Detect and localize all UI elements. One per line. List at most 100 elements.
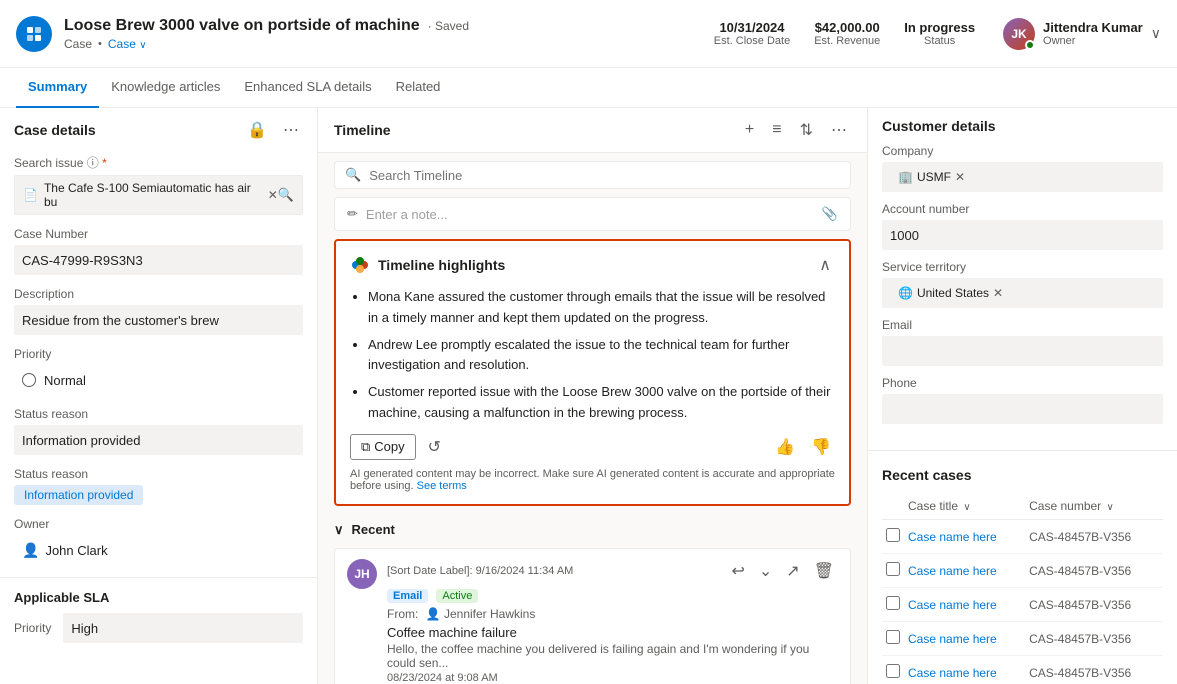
chevron-down-icon[interactable]: ∨	[1151, 25, 1161, 42]
avatar: JK	[1003, 18, 1035, 50]
search-issue-field[interactable]: 📄 The Cafe S-100 Semiautomatic has air b…	[14, 175, 303, 215]
search-timeline: 🔍	[334, 161, 851, 189]
row-checkbox[interactable]	[882, 622, 904, 656]
priority-text: Normal	[44, 373, 86, 388]
revenue-label: Est. Revenue	[814, 35, 880, 47]
recent-item-header: [Sort Date Label]: 9/16/2024 11:34 AM ↩ …	[387, 559, 838, 583]
customer-details-section: Customer details Company 🏢 USMF ✕ Accoun…	[868, 108, 1177, 444]
company-value: 🏢 USMF ✕	[882, 162, 1163, 192]
divider	[0, 577, 317, 578]
tab-sla[interactable]: Enhanced SLA details	[232, 68, 383, 108]
search-timeline-input[interactable]	[369, 168, 840, 183]
sort-title-icon[interactable]: ∨	[963, 502, 970, 513]
sla-priority-label: Priority	[14, 621, 51, 635]
left-panel: Case details 🔒 ⋯ Search issue ⓘ * 📄 The …	[0, 108, 318, 684]
tab-related[interactable]: Related	[384, 68, 453, 108]
row-checkbox[interactable]	[882, 554, 904, 588]
lock-icon[interactable]: 🔒	[243, 118, 271, 142]
saved-badge: · Saved	[428, 19, 469, 33]
case-title-link[interactable]: Case name here	[908, 564, 997, 578]
case-title-cell: Case name here	[904, 588, 1025, 622]
tab-summary[interactable]: Summary	[16, 68, 99, 108]
sort-number-icon[interactable]: ∨	[1107, 502, 1114, 513]
phone-label: Phone	[882, 376, 1163, 390]
case-title-link[interactable]: Case name here	[908, 530, 997, 544]
status-reason-label2: Status reason	[14, 467, 303, 481]
more-icon[interactable]: ⋯	[279, 118, 303, 142]
file-icon: 📄	[23, 188, 38, 202]
reply-button[interactable]: ↩	[727, 559, 748, 583]
status-badge: Information provided	[14, 485, 143, 505]
thumbdown-button[interactable]: 👎	[807, 435, 835, 459]
search-icon[interactable]: 🔍	[278, 187, 294, 203]
breadcrumb-case1[interactable]: Case	[64, 37, 92, 51]
case-title-cell: Case name here	[904, 656, 1025, 684]
copy-icon: ⧉	[361, 439, 370, 455]
remove-company-button[interactable]: ✕	[955, 170, 965, 184]
thumbup-button[interactable]: 👍	[771, 435, 799, 459]
note-input-area[interactable]: ✏ Enter a note... 📎	[334, 197, 851, 231]
building-icon: 🏢	[898, 170, 913, 184]
col-checkbox-header	[882, 493, 904, 520]
share-button[interactable]: ↗	[782, 559, 803, 583]
company-chip: 🏢 USMF ✕	[890, 168, 973, 186]
email-value	[882, 336, 1163, 366]
owner-label: Owner	[14, 517, 303, 531]
recent-header[interactable]: ∨ Recent	[334, 522, 851, 538]
priority-radio[interactable]	[22, 373, 36, 387]
sla-title: Applicable SLA	[14, 590, 303, 605]
email-subject: Coffee machine failure	[387, 625, 838, 640]
description-group: Description Residue from the customer's …	[0, 281, 317, 341]
attach-icon[interactable]: 📎	[822, 206, 838, 222]
from-row: From: 👤 Jennifer Hawkins	[387, 607, 838, 621]
account-number-field: Account number 1000	[882, 202, 1163, 250]
user-menu[interactable]: JK Jittendra Kumar Owner ∨	[1003, 18, 1161, 50]
row-checkbox[interactable]	[882, 588, 904, 622]
case-title-link[interactable]: Case name here	[908, 666, 997, 680]
collapse-highlights-button[interactable]: ∧	[815, 253, 835, 277]
add-timeline-button[interactable]: +	[741, 119, 758, 141]
person-icon: 👤	[22, 542, 39, 559]
expand-button[interactable]: ⌄	[755, 559, 776, 583]
tab-knowledge[interactable]: Knowledge articles	[99, 68, 232, 108]
case-title-link[interactable]: Case name here	[908, 632, 997, 646]
close-date-label: Est. Close Date	[714, 35, 790, 47]
email-date: 08/23/2024 at 9:08 AM	[387, 672, 838, 684]
remove-territory-button[interactable]: ✕	[993, 286, 1003, 300]
right-panel: Customer details Company 🏢 USMF ✕ Accoun…	[867, 108, 1177, 684]
row-checkbox[interactable]	[882, 520, 904, 554]
copy-button[interactable]: ⧉ Copy	[350, 434, 416, 460]
main-layout: Case details 🔒 ⋯ Search issue ⓘ * 📄 The …	[0, 108, 1177, 684]
clear-search-icon[interactable]: ✕	[268, 188, 278, 202]
refresh-button[interactable]: ↺	[424, 435, 445, 459]
breadcrumb-case2[interactable]: Case ∨	[108, 37, 147, 51]
highlights-actions: ⧉ Copy ↺ 👍 👎	[350, 434, 835, 460]
col-title-header: Case title ∨	[904, 493, 1025, 520]
owner-value: 👤 John Clark	[14, 535, 303, 565]
search-issue-group: Search issue ⓘ * 📄 The Cafe S-100 Semiau…	[0, 148, 317, 221]
see-terms-link[interactable]: See terms	[417, 480, 467, 492]
more-timeline-button[interactable]: ⋯	[827, 118, 851, 142]
table-row: Case name here CAS-48457B-V356	[882, 622, 1163, 656]
highlights-title: Timeline highlights	[350, 255, 505, 275]
app-icon	[16, 16, 52, 52]
case-title-link[interactable]: Case name here	[908, 598, 997, 612]
active-badge: Active	[436, 589, 478, 603]
status-reason-label1: Status reason	[14, 407, 303, 421]
case-number-cell: CAS-48457B-V356	[1025, 554, 1163, 588]
sort-timeline-button[interactable]: ⇅	[796, 118, 817, 142]
table-row: Case name here CAS-48457B-V356	[882, 656, 1163, 684]
row-checkbox[interactable]	[882, 656, 904, 684]
status-reason-group1: Status reason Information provided	[0, 401, 317, 461]
account-number-label: Account number	[882, 202, 1163, 216]
owner-role: Owner	[1043, 35, 1143, 47]
service-territory-label: Service territory	[882, 260, 1163, 274]
timeline-title: Timeline	[334, 122, 391, 138]
recent-date: [Sort Date Label]: 9/16/2024 11:34 AM	[387, 565, 573, 577]
delete-button[interactable]: 🗑	[810, 559, 838, 583]
owner-group: Owner 👤 John Clark	[0, 511, 317, 571]
filter-timeline-button[interactable]: ≡	[768, 119, 785, 141]
description-value: Residue from the customer's brew	[14, 305, 303, 335]
close-date-meta: 10/31/2024 Est. Close Date	[714, 20, 790, 47]
service-territory-field: Service territory 🌐 United States ✕	[882, 260, 1163, 308]
